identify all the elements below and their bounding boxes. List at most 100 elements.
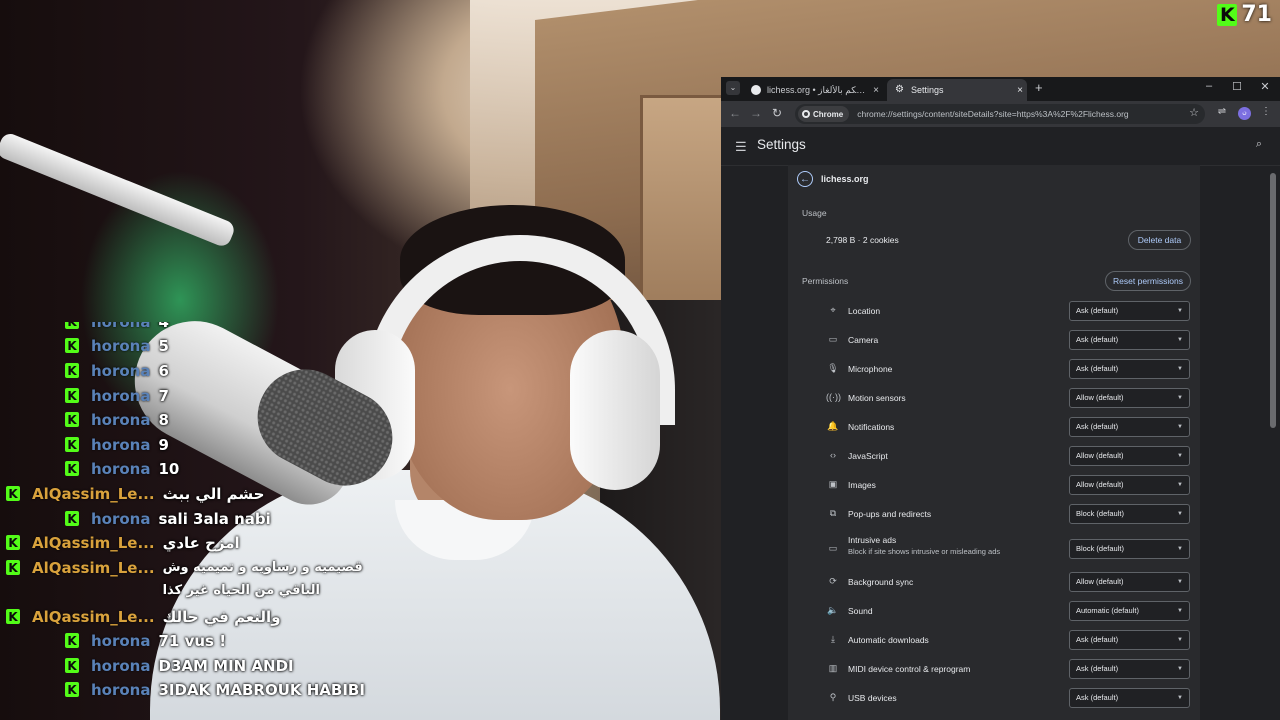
permission-label: Notifications <box>848 422 895 432</box>
chat-username[interactable]: AlQassim_Le... <box>32 482 155 506</box>
new-tab-button[interactable]: + <box>1035 80 1043 95</box>
chat-username[interactable]: horona <box>91 629 151 653</box>
permission-label: Camera <box>848 335 879 345</box>
chat-message: Khorona sali 3ala nabi <box>65 507 271 531</box>
reload-icon[interactable]: ↻ <box>769 106 785 120</box>
chat-username[interactable]: horona <box>91 457 151 481</box>
dropdown-caret-icon: ▼ <box>1177 395 1183 401</box>
permission-label: Microphone <box>848 364 893 374</box>
minimize-button[interactable]: – <box>1198 80 1220 92</box>
permission-select[interactable]: Ask (default) ▼ <box>1069 359 1190 379</box>
chat-username[interactable]: horona <box>91 359 151 383</box>
kick-badge-icon: K <box>65 682 79 697</box>
permission-select[interactable]: Ask (default) ▼ <box>1069 630 1190 650</box>
dropdown-caret-icon: ▼ <box>1177 695 1183 701</box>
chat-message: Khorona 8 <box>65 408 169 432</box>
permission-select[interactable]: Ask (default) ▼ <box>1069 688 1190 708</box>
tab-settings[interactable]: ⚙ Settings × <box>887 79 1027 101</box>
tab-lichess[interactable]: lichess.org • لوحة التحكم بالألغاز × <box>743 79 883 101</box>
chrome-chip[interactable]: Chrome <box>798 106 850 122</box>
bookmark-star-icon[interactable]: ☆ <box>1189 106 1199 119</box>
permission-select[interactable]: Allow (default) ▼ <box>1069 572 1190 592</box>
permission-label: Pop-ups and redirects <box>848 509 932 519</box>
dropdown-caret-icon: ▼ <box>1177 366 1183 372</box>
permission-value: Ask (default) <box>1076 635 1119 644</box>
permission-row-background-sync: ⟳ Background sync Allow (default) ▼ <box>788 568 1200 597</box>
chat-message: Khorona 6 <box>65 359 169 383</box>
back-arrow-icon[interactable]: ← <box>727 106 743 120</box>
permission-select[interactable]: Ask (default) ▼ <box>1069 659 1190 679</box>
chat-username[interactable]: AlQassim_Le... <box>32 605 155 629</box>
permission-row-javascript: ‹› JavaScript Allow (default) ▼ <box>788 442 1200 471</box>
permission-select[interactable]: Ask (default) ▼ <box>1069 330 1190 350</box>
tab-close-icon[interactable]: × <box>1013 85 1027 96</box>
dropdown-caret-icon: ▼ <box>1177 637 1183 643</box>
permission-select[interactable]: Block (default) ▼ <box>1069 504 1190 524</box>
permission-row-location: ⌖ Location Ask (default) ▼ <box>788 297 1200 326</box>
dropdown-caret-icon: ▼ <box>1177 666 1183 672</box>
permission-select[interactable]: Ask (default) ▼ <box>1069 417 1190 437</box>
permission-row-pop-ups-and-redirects: ⧉ Pop-ups and redirects Block (default) ▼ <box>788 500 1200 529</box>
chat-username[interactable]: horona <box>91 678 151 702</box>
tab-close-icon[interactable]: × <box>869 85 883 96</box>
dropdown-caret-icon: ▼ <box>1177 608 1183 614</box>
chat-username[interactable]: horona <box>91 433 151 457</box>
usage-heading: Usage <box>802 208 827 218</box>
chat-message: Khorona D3AM MIN ANDI <box>65 654 294 678</box>
forward-arrow-icon[interactable]: → <box>748 106 764 120</box>
chat-text: حشم الي ببث <box>162 485 265 503</box>
permission-value: Automatic (default) <box>1076 606 1139 615</box>
permission-select[interactable]: Automatic (default) ▼ <box>1069 601 1190 621</box>
profile-avatar[interactable]: ن <box>1238 107 1251 120</box>
chat-message: Khorona 5 <box>65 334 169 358</box>
download-icon: ⤓ <box>831 634 835 644</box>
permission-select[interactable]: Allow (default) ▼ <box>1069 475 1190 495</box>
hamburger-menu-icon[interactable]: ☰ <box>735 139 747 155</box>
chat-message: Khorona 7 <box>65 384 169 408</box>
chat-text: 3IDAK MABROUK HABIBI <box>158 681 365 699</box>
viewer-count: 71 <box>1241 2 1272 27</box>
chat-message: K AlQassim_Le... حشم الي ببث <box>6 482 264 506</box>
chat-text: قصيميه و رساويه و تميميه وش الباقي من ال… <box>162 560 363 598</box>
chat-text: امزح عادي <box>162 534 240 552</box>
chat-username[interactable]: horona <box>91 408 151 432</box>
close-window-button[interactable]: ✕ <box>1254 80 1276 93</box>
scrollbar[interactable] <box>1270 173 1276 428</box>
popup-icon: ⧉ <box>829 508 837 518</box>
permission-label: MIDI device control & reprogram <box>848 664 971 674</box>
chat-username[interactable]: horona <box>91 384 151 408</box>
code-icon: ‹› <box>830 450 836 460</box>
reset-permissions-button[interactable]: Reset permissions <box>1105 271 1191 291</box>
delete-data-button[interactable]: Delete data <box>1128 230 1191 250</box>
chat-message: Khorona 71 vus ! <box>65 629 226 653</box>
chat-username[interactable]: horona <box>91 654 151 678</box>
chat-username[interactable]: horona <box>91 334 151 358</box>
permission-label: Motion sensors <box>848 393 906 403</box>
browser-toolbar: ← → ↻ Chrome chrome://settings/content/s… <box>721 101 1280 127</box>
address-bar[interactable]: Chrome chrome://settings/content/siteDet… <box>795 104 1205 124</box>
maximize-button[interactable]: ☐ <box>1226 80 1248 93</box>
kick-badge-icon: K <box>65 322 79 329</box>
permission-select[interactable]: Allow (default) ▼ <box>1069 388 1190 408</box>
tab-search-dropdown-icon[interactable]: ⌄ <box>726 81 740 95</box>
back-button[interactable]: ← <box>797 171 813 187</box>
sync-icon: ⟳ <box>829 576 837 586</box>
dropdown-caret-icon: ▼ <box>1177 579 1183 585</box>
bell-icon: 🔔 <box>827 421 839 431</box>
chat-username[interactable]: horona <box>91 507 151 531</box>
permission-select[interactable]: Allow (default) ▼ <box>1069 446 1190 466</box>
url-text[interactable]: chrome://settings/content/siteDetails?si… <box>857 109 1128 119</box>
chat-username[interactable]: AlQassim_Le... <box>32 556 155 580</box>
permission-select[interactable]: Block (default) ▼ <box>1069 539 1190 559</box>
chat-text: 71 vus ! <box>158 632 227 650</box>
extensions-icon[interactable]: ⇌ <box>1215 106 1229 117</box>
dropdown-caret-icon: ▼ <box>1177 308 1183 314</box>
kick-badge-icon: K <box>65 338 79 353</box>
search-icon[interactable]: ⌕ <box>1256 138 1262 151</box>
permission-select[interactable]: Ask (default) ▼ <box>1069 301 1190 321</box>
chat-message: K AlQassim_Le... امزح عادي <box>6 531 240 555</box>
chat-text: 8 <box>158 411 169 429</box>
chat-username[interactable]: horona <box>91 322 151 334</box>
chat-username[interactable]: AlQassim_Le... <box>32 531 155 555</box>
menu-kebab-icon[interactable]: ⋮ <box>1259 106 1273 117</box>
